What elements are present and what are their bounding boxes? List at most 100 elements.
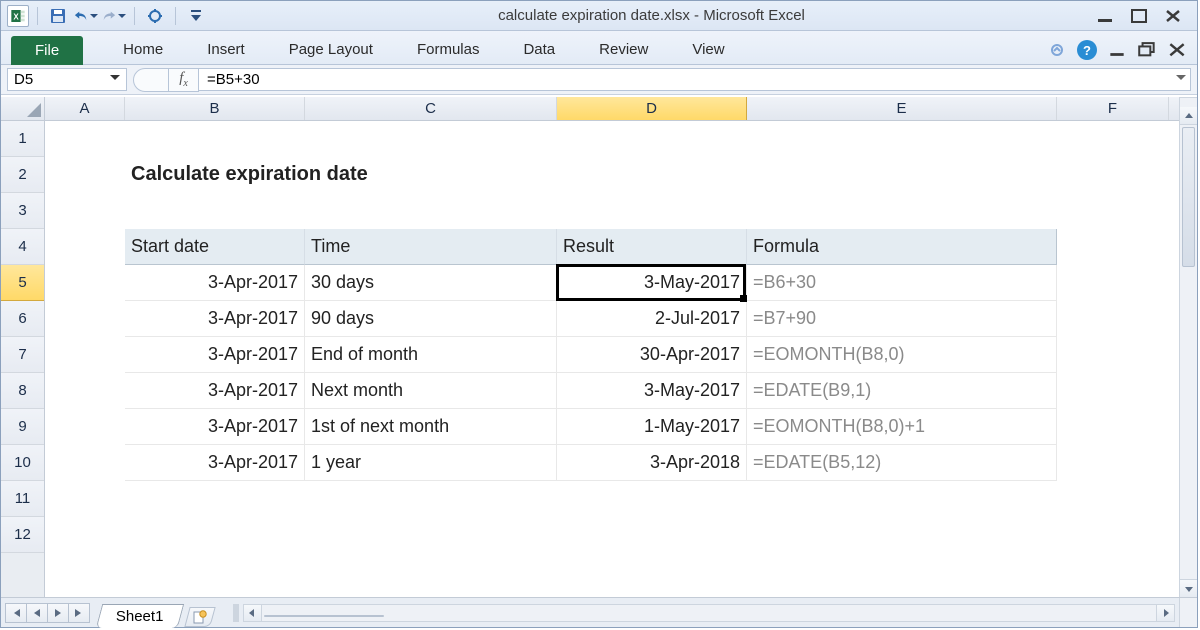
cell[interactable]: 3-May-2017 [557, 373, 747, 409]
cell[interactable]: 3-Apr-2017 [125, 373, 305, 409]
scroll-left-button[interactable] [244, 605, 262, 621]
cell[interactable] [1057, 517, 1169, 553]
cell[interactable] [45, 301, 125, 337]
vertical-split-handle[interactable] [1180, 97, 1197, 107]
row-header[interactable]: 12 [1, 517, 44, 553]
formula-bar-expand-icon[interactable] [1176, 75, 1186, 85]
scroll-down-button[interactable] [1180, 579, 1197, 597]
insert-function-button[interactable]: fx [169, 68, 199, 92]
row-header[interactable]: 4 [1, 229, 44, 265]
tab-data[interactable]: Data [501, 35, 577, 64]
workbook-close-button[interactable] [1167, 41, 1187, 59]
cell[interactable]: =EOMONTH(B8,0) [747, 337, 1057, 373]
column-header[interactable]: C [305, 97, 557, 120]
workbook-restore-button[interactable] [1137, 41, 1157, 59]
cell[interactable] [557, 157, 747, 193]
cell[interactable] [125, 481, 305, 517]
tab-page-layout[interactable]: Page Layout [267, 35, 395, 64]
cell[interactable]: 1st of next month [305, 409, 557, 445]
redo-button[interactable] [102, 5, 126, 27]
save-button[interactable] [46, 5, 70, 27]
row-header[interactable]: 11 [1, 481, 44, 517]
cell[interactable] [747, 121, 1057, 157]
cell[interactable] [1057, 121, 1169, 157]
cell[interactable]: =EDATE(B5,12) [747, 445, 1057, 481]
cell[interactable] [45, 481, 125, 517]
sheet-tab-active[interactable]: Sheet1 [96, 604, 184, 628]
column-header[interactable]: D [557, 97, 747, 120]
column-header[interactable]: A [45, 97, 125, 120]
cell[interactable]: Next month [305, 373, 557, 409]
tab-review[interactable]: Review [577, 35, 670, 64]
cell[interactable]: 3-Apr-2017 [125, 337, 305, 373]
cell[interactable] [1057, 265, 1169, 301]
table-header[interactable]: Result [557, 229, 747, 265]
vertical-scroll-track[interactable] [1180, 125, 1197, 579]
cell[interactable] [1057, 373, 1169, 409]
table-header[interactable]: Formula [747, 229, 1057, 265]
cell[interactable] [1057, 229, 1169, 265]
undo-button[interactable] [74, 5, 98, 27]
scroll-right-button[interactable] [1156, 605, 1174, 621]
sheet-nav-first-button[interactable] [5, 603, 27, 623]
cell[interactable] [1057, 157, 1169, 193]
file-tab[interactable]: File [11, 36, 83, 65]
row-header[interactable]: 6 [1, 301, 44, 337]
column-header[interactable]: E [747, 97, 1057, 120]
cell[interactable]: 3-Apr-2017 [125, 445, 305, 481]
cancel-formula-button[interactable] [133, 68, 169, 92]
cell[interactable] [305, 481, 557, 517]
cell[interactable] [45, 229, 125, 265]
cell[interactable] [1057, 481, 1169, 517]
cell[interactable] [305, 121, 557, 157]
maximize-button[interactable] [1129, 8, 1149, 24]
sheet-nav-last-button[interactable] [68, 603, 90, 623]
row-header[interactable]: 7 [1, 337, 44, 373]
cell[interactable] [747, 157, 1057, 193]
cell[interactable]: =B6+30 [747, 265, 1057, 301]
cell[interactable] [125, 517, 305, 553]
cell[interactable]: 3-May-2017 [557, 265, 747, 301]
cell[interactable] [1057, 445, 1169, 481]
cell[interactable] [125, 121, 305, 157]
tab-view[interactable]: View [670, 35, 746, 64]
cell[interactable] [305, 193, 557, 229]
cell[interactable]: 2-Jul-2017 [557, 301, 747, 337]
cell[interactable] [45, 337, 125, 373]
cell[interactable] [1057, 337, 1169, 373]
cell[interactable] [1057, 301, 1169, 337]
cell[interactable] [557, 121, 747, 157]
touch-mode-button[interactable] [143, 5, 167, 27]
cell[interactable] [45, 157, 125, 193]
cell[interactable] [557, 517, 747, 553]
column-header[interactable]: F [1057, 97, 1169, 120]
table-header[interactable]: Time [305, 229, 557, 265]
row-header[interactable]: 3 [1, 193, 44, 229]
cells-area[interactable]: Calculate expiration date [45, 121, 1179, 597]
minimize-button[interactable] [1095, 8, 1115, 24]
tab-formulas[interactable]: Formulas [395, 35, 502, 64]
cell[interactable]: 1-May-2017 [557, 409, 747, 445]
cell[interactable] [747, 193, 1057, 229]
vertical-scroll-thumb[interactable] [1182, 127, 1195, 267]
name-box[interactable]: D5 [7, 68, 127, 91]
cell[interactable] [45, 193, 125, 229]
select-all-corner[interactable] [1, 97, 44, 121]
horizontal-split-handle[interactable] [233, 604, 239, 622]
qat-customize-button[interactable] [184, 5, 208, 27]
cell[interactable]: 90 days [305, 301, 557, 337]
cell[interactable] [45, 445, 125, 481]
cell[interactable] [557, 481, 747, 517]
cell[interactable]: =EOMONTH(B8,0)+1 [747, 409, 1057, 445]
cell[interactable]: 30-Apr-2017 [557, 337, 747, 373]
help-button[interactable]: ? [1077, 40, 1097, 60]
vertical-scrollbar[interactable] [1179, 97, 1197, 597]
cell[interactable]: 3-Apr-2017 [125, 265, 305, 301]
cell[interactable]: End of month [305, 337, 557, 373]
cell[interactable]: =B7+90 [747, 301, 1057, 337]
cell[interactable] [305, 157, 557, 193]
cell[interactable] [45, 373, 125, 409]
cell[interactable] [45, 265, 125, 301]
cell[interactable]: 3-Apr-2018 [557, 445, 747, 481]
row-header[interactable]: 8 [1, 373, 44, 409]
